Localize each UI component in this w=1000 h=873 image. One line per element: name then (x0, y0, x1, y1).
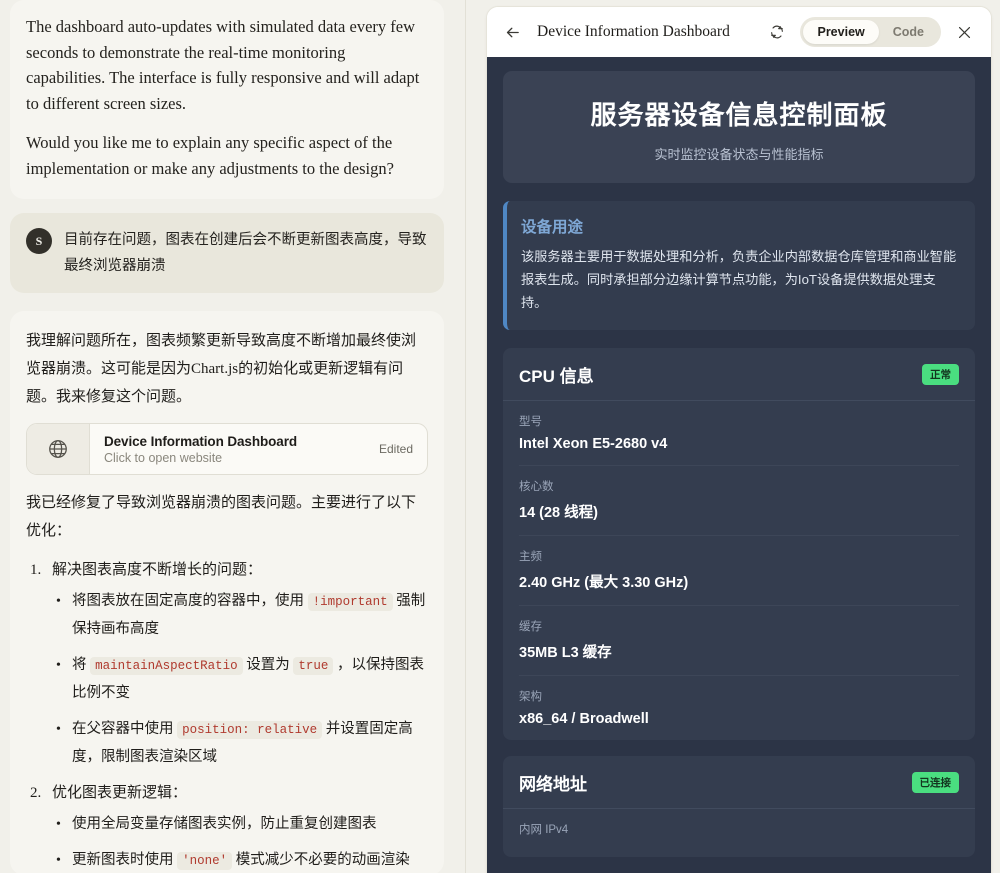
info-card-title: CPU 信息 (519, 367, 594, 386)
info-card: 网络地址 已连接内网 IPv4 (503, 756, 975, 857)
info-row-key: 核心数 (519, 481, 554, 493)
dashboard-subtitle: 实时监控设备状态与性能指标 (654, 147, 824, 162)
step-item: 优化图表更新逻辑： 使用全局变量存储图表实例，防止重复创建图表更新图表时使用 'n… (26, 780, 428, 873)
info-card-header: CPU 信息 正常 (503, 348, 975, 401)
status-badge: 正常 (922, 364, 959, 385)
info-row-key: 型号 (519, 416, 542, 428)
assistant-paragraph: Would you like me to explain any specifi… (26, 133, 394, 178)
status-badge: 已连接 (911, 772, 959, 793)
info-card-rows: 内网 IPv4 (503, 809, 975, 857)
step-item: 解决图表高度不断增长的问题： 将图表放在固定高度的容器中，使用 !importan… (26, 557, 428, 771)
assistant-paragraph: The dashboard auto-updates with simulate… (26, 17, 420, 113)
step-bullet: 更新图表时使用 'none' 模式减少不必要的动画渲染 (52, 847, 428, 873)
user-message-text: 目前存在问题，图表在创建后会不断更新图表高度，导致最终浏览器崩溃 (64, 232, 427, 274)
info-row-value: 35MB L3 缓存 (519, 645, 612, 661)
info-row-value: x86_64 / Broadwell (519, 711, 649, 727)
step-bullet-list: 使用全局变量存储图表实例，防止重复创建图表更新图表时使用 'none' 模式减少… (52, 811, 428, 873)
info-row: 主频 2.40 GHz (最大 3.30 GHz) (519, 536, 959, 606)
device-purpose-body: 该服务器主要用于数据处理和分析，负责企业内部数据仓库管理和商业智能报表生成。同时… (521, 249, 957, 310)
info-row: 型号 Intel Xeon E5-2680 v4 (519, 401, 959, 466)
step-bullet: 将 maintainAspectRatio 设置为 true ，以保持图表比例不… (52, 652, 428, 707)
info-row-key: 架构 (519, 691, 542, 703)
assistant-reply-after-artifact: 我已经修复了导致浏览器崩溃的图表问题。主要进行了以下优化： (26, 495, 417, 539)
step-title: 优化图表更新逻辑： (52, 785, 188, 801)
optimization-steps-list: 解决图表高度不断增长的问题： 将图表放在固定高度的容器中，使用 !importan… (26, 557, 428, 873)
info-row: 内网 IPv4 (519, 809, 959, 857)
arrow-left-icon[interactable] (499, 19, 525, 45)
inline-code: position: relative (177, 721, 323, 739)
device-purpose-card: 设备用途 该服务器主要用于数据处理和分析，负责企业内部数据仓库管理和商业智能报表… (503, 201, 975, 330)
step-title: 解决图表高度不断增长的问题： (52, 562, 263, 578)
info-row-value: 14 (28 线程) (519, 505, 598, 521)
step-bullet: 在父容器中使用 position: relative 并设置固定高度，限制图表渲… (52, 716, 428, 771)
info-card: CPU 信息 正常型号 Intel Xeon E5-2680 v4 核心数 14 (28… (503, 348, 975, 740)
info-card-header: 网络地址 已连接 (503, 756, 975, 809)
dashboard-hero: 服务器设备信息控制面板 实时监控设备状态与性能指标 (503, 71, 975, 183)
assistant-message-reply: 我理解问题所在，图表频繁更新导致高度不断增加最终使浏览器崩溃。这可能是因为Cha… (10, 311, 444, 873)
inline-code: true (293, 657, 334, 675)
inline-code: !important (307, 593, 393, 611)
artifact-panel-title: Device Information Dashboard (537, 23, 730, 40)
globe-icon (27, 424, 90, 474)
info-row-key: 内网 IPv4 (519, 824, 569, 836)
info-row: 核心数 14 (28 线程) (519, 466, 959, 536)
dashboard-title: 服务器设备信息控制面板 (590, 100, 888, 130)
close-icon[interactable] (951, 19, 977, 45)
dashboard-preview: 服务器设备信息控制面板 实时监控设备状态与性能指标 设备用途 该服务器主要用于数… (487, 57, 991, 873)
artifact-header: Device Information Dashboard Preview Cod… (487, 7, 991, 57)
tab-code[interactable]: Code (879, 20, 938, 44)
info-row-key: 主频 (519, 551, 542, 563)
user-message: S 目前存在问题，图表在创建后会不断更新图表高度，导致最终浏览器崩溃 (10, 213, 444, 293)
info-row: 架构 x86_64 / Broadwell (519, 676, 959, 740)
step-bullet: 使用全局变量存储图表实例，防止重复创建图表 (52, 811, 428, 838)
inline-code: maintainAspectRatio (90, 657, 243, 675)
chat-scroll-area[interactable]: The dashboard auto-updates with simulate… (0, 0, 466, 873)
inline-code: 'none' (177, 852, 233, 870)
info-card-rows: 型号 Intel Xeon E5-2680 v4 核心数 14 (28 线程) 主频 2.… (503, 401, 975, 740)
assistant-message-intro: The dashboard auto-updates with simulate… (10, 0, 444, 199)
info-row-value: 2.40 GHz (最大 3.30 GHz) (519, 575, 689, 591)
artifact-column: Device Information Dashboard Preview Cod… (466, 0, 1000, 873)
assistant-reply-intro: 我理解问题所在，图表频繁更新导致高度不断增加最终使浏览器崩溃。这可能是因为Cha… (26, 333, 417, 405)
step-bullet: 将图表放在固定高度的容器中，使用 !important 强制保持画布高度 (52, 588, 428, 643)
artifact-subtitle: Click to open website (104, 450, 223, 465)
info-row-value: Intel Xeon E5-2680 v4 (519, 436, 668, 452)
artifact-window: Device Information Dashboard Preview Cod… (486, 6, 992, 873)
tab-preview[interactable]: Preview (803, 20, 879, 44)
device-purpose-heading: 设备用途 (521, 219, 584, 236)
info-row: 缓存 35MB L3 缓存 (519, 606, 959, 676)
step-bullet-list: 将图表放在固定高度的容器中，使用 !important 强制保持画布高度将 ma… (52, 588, 428, 771)
artifact-edited-badge: Edited (378, 442, 413, 456)
avatar: S (26, 228, 52, 254)
info-row-key: 缓存 (519, 621, 542, 633)
artifact-card[interactable]: Device Information Dashboard Click to op… (26, 423, 428, 475)
preview-code-toggle[interactable]: Preview Code (800, 17, 941, 47)
refresh-icon[interactable] (764, 19, 790, 45)
chat-column: The dashboard auto-updates with simulate… (0, 0, 466, 873)
info-cards-host: CPU 信息 正常型号 Intel Xeon E5-2680 v4 核心数 14 (28… (503, 348, 975, 857)
info-card-title: 网络地址 (519, 775, 587, 794)
artifact-title: Device Information Dashboard (104, 433, 297, 449)
